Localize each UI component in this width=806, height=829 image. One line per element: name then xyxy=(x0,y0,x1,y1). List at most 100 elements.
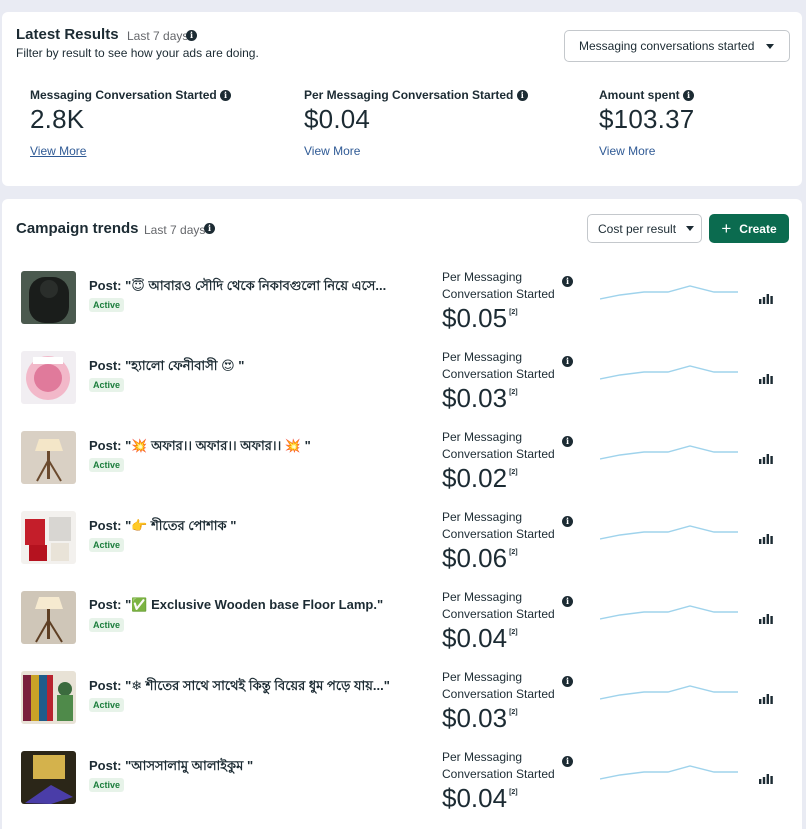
info-icon[interactable]: i xyxy=(562,676,573,687)
post-thumbnail xyxy=(21,431,76,484)
post-thumbnail xyxy=(21,751,76,804)
post-thumbnail xyxy=(21,591,76,644)
campaign-row[interactable]: Post: "😇 আবারও সৌদি থেকে নিকাবগুলো নিয়ে… xyxy=(2,269,802,349)
latest-results-subtitle: Filter by result to see how your ads are… xyxy=(16,46,259,60)
campaign-row[interactable]: Post: "হ্যালো ফেনীবাসী 😍 " Active Per Me… xyxy=(2,349,802,429)
info-icon[interactable]: i xyxy=(562,596,573,607)
campaign-row[interactable]: Post: "আসসালামু আলাইকুম " Active Per Mes… xyxy=(2,749,802,829)
trend-sparkline xyxy=(600,765,738,780)
campaign-row[interactable]: Post: "💥 অফার।। অফার।। অফার।। 💥 " Active… xyxy=(2,429,802,509)
result-value: $0.06 [2] xyxy=(442,543,518,573)
status-badge: Active xyxy=(89,778,125,792)
info-icon[interactable]: i xyxy=(186,30,197,41)
view-more-link[interactable]: View More xyxy=(599,144,655,158)
footnote-marker: [2] xyxy=(509,389,518,396)
post-name[interactable]: Post: "💥 অফার।। অফার।। অফার।। 💥 " xyxy=(89,437,311,458)
post-name[interactable]: Post: "হ্যালো ফেনীবাসী 😍 " xyxy=(89,357,244,378)
campaign-row[interactable]: Post: "✅ Exclusive Wooden base Floor Lam… xyxy=(2,589,802,669)
result-value: $0.04 [2] xyxy=(442,783,518,813)
view-more-link[interactable]: View More xyxy=(304,144,360,158)
info-icon[interactable]: i xyxy=(562,436,573,447)
footnote-marker: [2] xyxy=(509,549,518,556)
sort-dropdown[interactable]: Cost per result xyxy=(587,214,702,243)
metric-conversations: Messaging Conversation Started i 2.8K Vi… xyxy=(30,88,232,160)
result-filter-value: Messaging conversations started xyxy=(579,39,755,53)
result-metric-label: Per Messaging Conversation Started xyxy=(442,590,555,621)
bar-chart-icon[interactable] xyxy=(759,613,773,624)
post-thumbnail xyxy=(21,351,76,404)
info-icon[interactable]: i xyxy=(220,90,232,101)
info-icon[interactable]: i xyxy=(204,223,215,234)
metric-value: $0.04 xyxy=(304,104,371,134)
trend-sparkline xyxy=(600,445,738,460)
post-thumbnail xyxy=(21,671,76,724)
result-value: $0.03 [2] xyxy=(442,703,518,733)
result-metric-label: Per Messaging Conversation Started xyxy=(442,510,555,541)
post-name[interactable]: Post: "✅ Exclusive Wooden base Floor Lam… xyxy=(89,597,383,613)
metric-label: Amount spent i xyxy=(599,88,695,102)
status-badge: Active xyxy=(89,378,125,392)
view-more-link[interactable]: View More xyxy=(30,144,86,158)
info-icon[interactable]: i xyxy=(683,90,695,101)
post-name[interactable]: Post: "😇 আবারও সৌদি থেকে নিকাবগুলো নিয়ে… xyxy=(89,277,386,298)
campaign-row[interactable]: Post: "❄ শীতের সাথে সাথেই কিন্তু বিয়ের … xyxy=(2,669,802,749)
info-icon[interactable]: i xyxy=(562,516,573,527)
bar-chart-icon[interactable] xyxy=(759,693,773,704)
result-value: $0.03 [2] xyxy=(442,383,518,413)
metric-label: Messaging Conversation Started i xyxy=(30,88,232,102)
latest-results-range: Last 7 days xyxy=(127,29,189,43)
chevron-down-icon xyxy=(766,43,775,49)
post-name[interactable]: Post: "❄ শীতের সাথে সাথেই কিন্তু বিয়ের … xyxy=(89,677,390,698)
metric-label: Per Messaging Conversation Started i xyxy=(304,88,528,102)
result-filter-dropdown[interactable]: Messaging conversations started xyxy=(564,30,790,62)
info-icon[interactable]: i xyxy=(562,276,573,287)
status-badge: Active xyxy=(89,618,125,632)
sort-value: Cost per result xyxy=(598,221,677,236)
metric-value: $103.37 xyxy=(599,104,695,134)
bar-chart-icon[interactable] xyxy=(759,453,773,464)
footnote-marker: [2] xyxy=(509,469,518,476)
post-name[interactable]: Post: "আসসালামু আলাইকুম " xyxy=(89,757,253,778)
result-metric-label: Per Messaging Conversation Started xyxy=(442,430,555,461)
footnote-marker: [2] xyxy=(509,709,518,716)
footnote-marker: [2] xyxy=(509,629,518,636)
status-badge: Active xyxy=(89,298,125,312)
result-metric-label: Per Messaging Conversation Started xyxy=(442,350,555,381)
post-thumbnail xyxy=(21,271,76,324)
status-badge: Active xyxy=(89,698,125,712)
trend-sparkline xyxy=(600,685,738,700)
metric-amount-spent: Amount spent i $103.37 View More xyxy=(599,88,694,160)
post-name[interactable]: Post: "👉 শীতের পোশাক " xyxy=(89,517,236,538)
info-icon[interactable]: i xyxy=(562,756,573,767)
status-badge: Active xyxy=(89,458,125,472)
latest-results-title: Latest Results xyxy=(16,26,119,43)
trend-sparkline xyxy=(600,285,738,300)
info-icon[interactable]: i xyxy=(516,90,528,101)
campaign-trends-card: Campaign trends Last 7 days i Cost per r… xyxy=(2,199,802,829)
result-value: $0.05 [2] xyxy=(442,303,518,333)
latest-results-card: Latest Results Last 7 days i Filter by r… xyxy=(2,12,802,186)
create-button-label: Create xyxy=(739,221,777,236)
info-icon[interactable]: i xyxy=(562,356,573,367)
result-metric-label: Per Messaging Conversation Started xyxy=(442,270,555,301)
footnote-marker: [2] xyxy=(509,789,518,796)
bar-chart-icon[interactable] xyxy=(759,373,773,384)
campaign-row[interactable]: Post: "👉 শীতের পোশাক " Active Per Messag… xyxy=(2,509,802,589)
result-metric-label: Per Messaging Conversation Started xyxy=(442,750,555,781)
trend-sparkline xyxy=(600,605,738,620)
chevron-down-icon xyxy=(686,226,695,231)
bar-chart-icon[interactable] xyxy=(759,533,773,544)
plus-icon: + xyxy=(721,219,732,238)
bar-chart-icon[interactable] xyxy=(759,773,773,784)
campaign-trends-range: Last 7 days xyxy=(144,223,206,237)
trend-sparkline xyxy=(600,525,738,540)
post-thumbnail xyxy=(21,511,76,564)
metric-value: 2.8K xyxy=(30,104,85,134)
footnote-marker: [2] xyxy=(509,309,518,316)
trend-sparkline xyxy=(600,365,738,380)
result-value: $0.04 [2] xyxy=(442,623,518,653)
result-value: $0.02 [2] xyxy=(442,463,518,493)
status-badge: Active xyxy=(89,538,125,552)
create-button[interactable]: + Create xyxy=(709,214,789,243)
bar-chart-icon[interactable] xyxy=(759,293,773,304)
